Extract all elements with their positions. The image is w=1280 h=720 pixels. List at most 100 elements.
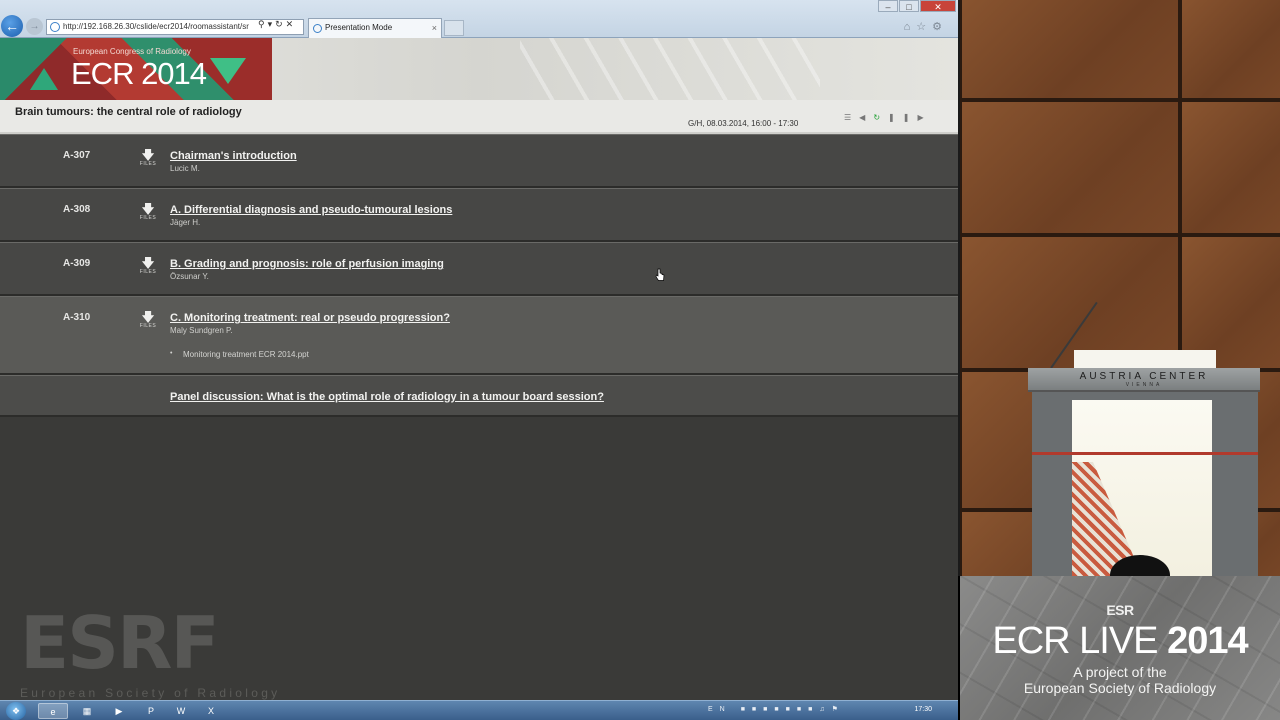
tray-app-icon[interactable]: ■ <box>741 706 752 713</box>
talk-row-a-310[interactable]: A-310 🡇 FILES C. Monitoring treatment: r… <box>0 296 958 375</box>
list-icon[interactable]: ☰ <box>844 113 859 122</box>
home-icon[interactable]: ⌂ <box>904 21 917 33</box>
address-actions[interactable]: ⚲▾↻✕ <box>258 19 296 30</box>
download-button[interactable]: 🡇 FILES <box>138 311 158 329</box>
brand-subtitle-org: European Society of Radiology <box>1023 680 1217 696</box>
talk-title-link[interactable]: B. Grading and prognosis: role of perfus… <box>170 258 444 270</box>
talk-code: A-310 <box>63 312 91 323</box>
search-icon[interactable]: ⚲ <box>258 19 268 29</box>
panel-discussion-link[interactable]: Panel discussion: What is the optimal ro… <box>170 391 604 403</box>
brand-title-light: ECR LIVE <box>992 620 1158 662</box>
lectern-top: AUSTRIA CENTER VIENNA <box>1028 368 1260 392</box>
start-button[interactable]: ❖ <box>6 702 26 720</box>
ecr-banner: European Congress of Radiology ECR 2014 <box>0 38 958 100</box>
taskbar-excel-icon[interactable]: X <box>196 703 226 719</box>
talk-title-link[interactable]: A. Differential diagnosis and pseudo-tum… <box>170 204 452 216</box>
ie-icon <box>50 22 60 32</box>
language-indicator[interactable]: EN <box>708 706 732 713</box>
tray-app-icon[interactable]: ■ <box>797 706 808 713</box>
tray-app-icon[interactable]: ■ <box>786 706 797 713</box>
taskbar-folder-icon[interactable]: ▦ <box>72 703 102 719</box>
volume-icon[interactable]: ♫ <box>819 706 831 713</box>
talk-row-a-309[interactable]: A-309 🡇 FILES B. Grading and prognosis: … <box>0 242 958 296</box>
stop-icon[interactable]: ✕ <box>286 19 297 29</box>
session-header: Brain tumours: the central role of radio… <box>0 100 958 134</box>
maximize-button[interactable]: □ <box>899 0 919 12</box>
favorites-icon[interactable]: ☆ <box>916 21 932 33</box>
pause-icon[interactable]: ❚❚ <box>888 113 917 122</box>
ecr-live-branding: ESR ECR LIVE 2014 A project of the Europ… <box>960 576 1280 720</box>
download-button[interactable]: 🡇 FILES <box>138 203 158 221</box>
presentation-file-link[interactable]: Monitoring treatment ECR 2014.ppt <box>170 350 309 359</box>
esr-logo: ESRF <box>20 601 320 685</box>
panel-discussion-row[interactable]: Panel discussion: What is the optimal ro… <box>0 375 958 417</box>
talk-row-a-308[interactable]: A-308 🡇 FILES A. Differential diagnosis … <box>0 188 958 242</box>
brand-esr-logo: ESR <box>1106 602 1134 618</box>
talk-code: A-307 <box>63 150 91 161</box>
forward-button[interactable]: → <box>26 18 43 35</box>
brand-title: ECR LIVE 2014 <box>960 620 1280 663</box>
address-url: http://192.168.26.30/cslide/ecr2014/room… <box>63 22 249 31</box>
brand-subtitle: A project of the <box>1073 664 1167 680</box>
minimize-button[interactable]: – <box>878 0 898 12</box>
lectern-city: VIENNA <box>1125 382 1163 388</box>
browser-chrome: ← → http://192.168.26.30/cslide/ecr2014/… <box>0 0 958 38</box>
flag-icon[interactable]: ⚑ <box>832 706 845 713</box>
talk-row-a-307[interactable]: A-307 🡇 FILES Chairman's introduction Lu… <box>0 134 958 188</box>
download-button[interactable]: 🡇 FILES <box>138 149 158 167</box>
tray-app-icon[interactable]: ■ <box>774 706 785 713</box>
taskbar-clock[interactable]: 17:30 <box>914 706 932 713</box>
new-tab-button[interactable] <box>444 20 464 36</box>
wall-panel <box>1180 100 1280 235</box>
lectern-paper <box>1074 350 1216 370</box>
taskbar-powerpoint-icon[interactable]: P <box>136 703 166 719</box>
download-label: FILES <box>139 323 157 329</box>
lectern-stripe <box>1032 452 1258 455</box>
tray-app-icon[interactable]: ■ <box>808 706 819 713</box>
banner-decoration <box>520 38 820 100</box>
talk-author: Maly Sundgren P. <box>170 326 233 335</box>
talk-title-link[interactable]: C. Monitoring treatment: real or pseudo … <box>170 312 450 324</box>
window-controls: – □ ✕ <box>877 0 956 12</box>
tray-app-icon[interactable]: ■ <box>752 706 763 713</box>
talk-title-link[interactable]: Chairman's introduction <box>170 150 297 162</box>
close-button[interactable]: ✕ <box>920 0 956 12</box>
download-button[interactable]: 🡇 FILES <box>138 257 158 275</box>
lectern-name: AUSTRIA CENTER <box>1079 371 1209 382</box>
talk-list: A-307 🡇 FILES Chairman's introduction Lu… <box>0 134 958 417</box>
gear-icon[interactable]: ⚙ <box>932 21 948 33</box>
taskbar-media-icon[interactable]: ▶ <box>104 703 134 719</box>
session-title: Brain tumours: the central role of radio… <box>15 106 242 118</box>
previous-icon[interactable]: ◀ <box>859 113 873 122</box>
tab-label: Presentation Mode <box>325 23 393 32</box>
esr-caption: European Society of Radiology <box>20 686 281 700</box>
taskbar-word-icon[interactable]: W <box>166 703 196 719</box>
tab-close-icon[interactable]: × <box>432 19 437 37</box>
back-button[interactable]: ← <box>1 15 23 37</box>
player-controls: ☰◀↻❚❚▶ <box>844 113 932 122</box>
tray-app-icon[interactable]: ■ <box>763 706 774 713</box>
camera-feed: AUSTRIA CENTER VIENNA <box>958 0 1280 576</box>
windows-taskbar: ❖ e ▦ ▶ P W X EN ■■■■■■■♫⚑ 17:30 <box>0 700 958 720</box>
wall-panel <box>960 0 1180 100</box>
browser-tools: ⌂☆⚙ <box>904 20 948 33</box>
download-arrow-icon: 🡇 <box>141 148 155 162</box>
talk-code: A-309 <box>63 258 91 269</box>
browser-screen: ← → http://192.168.26.30/cslide/ecr2014/… <box>0 0 958 720</box>
logo-name: ECR 2014 <box>71 56 207 91</box>
refresh-icon[interactable]: ↻ <box>873 113 888 122</box>
dropdown-icon[interactable]: ▾ <box>268 19 276 29</box>
next-icon[interactable]: ▶ <box>917 113 931 122</box>
download-label: FILES <box>139 161 157 167</box>
refresh-icon[interactable]: ↻ <box>275 19 286 29</box>
wall-panel <box>960 100 1180 235</box>
logo-triangle-shape <box>30 68 58 90</box>
wall-panel <box>1180 0 1280 100</box>
esr-logo-letters: ESRF <box>20 601 220 685</box>
taskbar-ie-icon[interactable]: e <box>38 703 68 719</box>
hand-cursor-icon <box>655 268 665 281</box>
download-arrow-icon: 🡇 <box>141 310 155 324</box>
ecr-logo: European Congress of Radiology ECR 2014 <box>0 38 272 100</box>
download-arrow-icon: 🡇 <box>141 202 155 216</box>
tab-presentation-mode[interactable]: Presentation Mode × <box>308 18 442 38</box>
